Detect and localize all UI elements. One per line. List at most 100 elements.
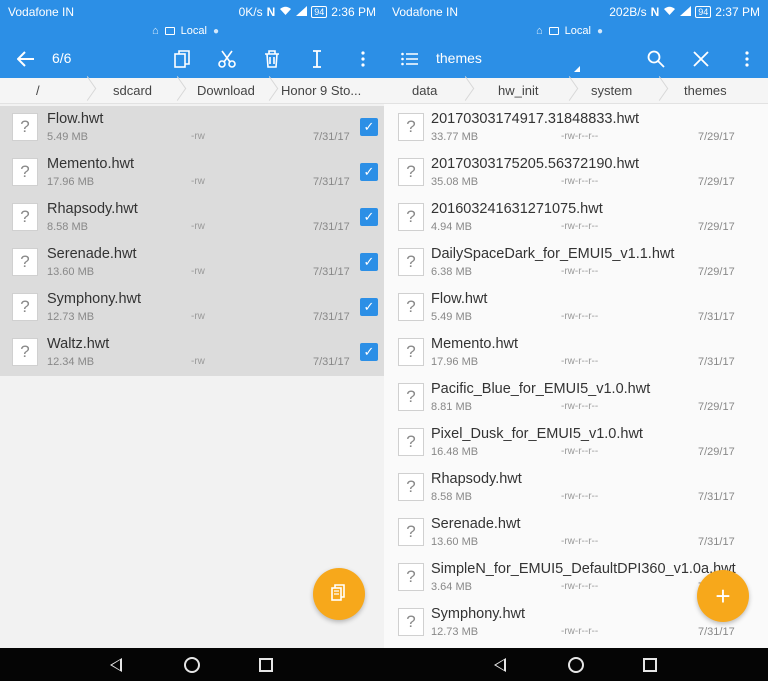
file-date: 7/31/17 [698, 536, 735, 548]
breadcrumb-item[interactable]: themes [684, 83, 727, 98]
location-bar: ⌂ Local ● [384, 24, 768, 40]
cut-icon[interactable] [209, 40, 245, 78]
selection-checkbox[interactable]: ✓ [360, 343, 378, 361]
file-permissions: -rw-r--r-- [561, 401, 599, 412]
file-row[interactable]: ? Waltz.hwt 12.34 MB -rw 7/31/17 ✓ [0, 331, 384, 376]
selection-checkbox[interactable]: ✓ [360, 163, 378, 181]
unknown-file-icon: ? [398, 113, 424, 141]
plus-icon: + [715, 580, 731, 611]
page-title[interactable]: themes [436, 50, 482, 66]
unknown-file-icon: ? [398, 563, 424, 591]
copy-icon[interactable] [164, 40, 200, 78]
file-row[interactable]: ? Rhapsody.hwt 8.58 MB -rw 7/31/17 ✓ [0, 196, 384, 241]
file-name: Pacific_Blue_for_EMUI5_v1.0.hwt [431, 381, 651, 397]
breadcrumb-item[interactable]: sdcard [113, 83, 152, 98]
rename-icon[interactable] [299, 40, 335, 78]
file-date: 7/29/17 [698, 446, 735, 458]
unknown-file-icon: ? [398, 158, 424, 186]
file-row[interactable]: ? Pixel_Dusk_for_EMUI5_v1.0.hwt 16.48 MB -r… [384, 421, 768, 466]
recents-icon[interactable] [643, 658, 657, 672]
signal-icon [296, 5, 308, 19]
selection-count: 6/6 [52, 50, 72, 66]
file-date: 7/31/17 [313, 311, 350, 323]
home-icon[interactable] [184, 657, 200, 673]
breadcrumb-separator [80, 78, 90, 104]
delete-icon[interactable] [254, 40, 290, 78]
search-icon[interactable] [638, 40, 674, 78]
home-icon[interactable] [568, 657, 584, 673]
file-permissions: -rw-r--r-- [561, 221, 599, 232]
home-icon[interactable]: ⌂ [152, 25, 159, 37]
file-row[interactable]: ? Serenade.hwt 13.60 MB -rw-r--r-- 7/31/17 [384, 511, 768, 556]
carrier-label: Vodafone IN [8, 5, 75, 19]
selection-checkbox[interactable]: ✓ [360, 253, 378, 271]
breadcrumb-separator [170, 78, 180, 104]
file-row[interactable]: ? Pacific_Blue_for_EMUI5_v1.0.hwt 8.81 MB -… [384, 376, 768, 421]
close-icon[interactable] [683, 40, 719, 78]
selection-checkbox[interactable]: ✓ [360, 298, 378, 316]
file-row[interactable]: ? Flow.hwt 5.49 MB -rw 7/31/17 ✓ [0, 106, 384, 151]
file-size: 12.34 MB [47, 356, 95, 368]
file-size: 5.49 MB [431, 311, 472, 323]
file-row[interactable]: ? Memento.hwt 17.96 MB -rw-r--r-- 7/31/17 [384, 331, 768, 376]
unknown-file-icon: ? [12, 338, 38, 366]
file-row[interactable]: ? Rhapsody.hwt 8.58 MB -rw-r--r-- 7/31/17 [384, 466, 768, 511]
breadcrumb-item[interactable]: hw_init [498, 83, 538, 98]
status-bar: Vodafone IN 0K/s N 94 2:36 PM [0, 0, 384, 24]
paste-fab-button[interactable] [313, 568, 365, 620]
copy-icon [331, 583, 347, 606]
file-row[interactable]: ? 20170303175205.56372190.hwt 35.08 MB -rw-… [384, 151, 768, 196]
carrier-label: Vodafone IN [392, 5, 459, 19]
unknown-file-icon: ? [12, 113, 38, 141]
file-size: 4.94 MB [431, 221, 472, 233]
file-name: 201603241631271075.hwt [431, 201, 603, 217]
selection-checkbox[interactable]: ✓ [360, 208, 378, 226]
file-date: 7/31/17 [698, 626, 735, 638]
selection-checkbox[interactable]: ✓ [360, 118, 378, 136]
breadcrumb-item[interactable]: system [591, 83, 632, 98]
add-fab-button[interactable]: + [697, 570, 749, 622]
file-name: Waltz.hwt [47, 336, 110, 352]
file-permissions: -rw-r--r-- [561, 626, 599, 637]
file-permissions: -rw-r--r-- [561, 356, 599, 367]
file-row[interactable]: ? DailySpaceDark_for_EMUI5_v1.1.hwt 6.38 M… [384, 241, 768, 286]
location-label[interactable]: Local [181, 25, 207, 37]
breadcrumb-item[interactable]: data [412, 83, 437, 98]
home-icon[interactable]: ⌂ [536, 25, 543, 37]
file-size: 17.96 MB [431, 356, 479, 368]
file-size: 13.60 MB [47, 266, 95, 278]
file-permissions: -rw-r--r-- [561, 446, 599, 457]
file-row[interactable]: ? Symphony.hwt 12.73 MB -rw 7/31/17 ✓ [0, 286, 384, 331]
file-date: 7/31/17 [313, 266, 350, 278]
breadcrumb-item[interactable]: Honor 9 Sto... [281, 83, 361, 98]
file-permissions: -rw [191, 221, 205, 232]
file-permissions: -rw [191, 356, 205, 367]
more-vert-icon[interactable] [729, 40, 765, 78]
file-row[interactable]: ? Flow.hwt 5.49 MB -rw-r--r-- 7/31/17 [384, 286, 768, 331]
file-permissions: -rw [191, 266, 205, 277]
location-label[interactable]: Local [565, 25, 591, 37]
breadcrumb-item[interactable]: Download [197, 83, 255, 98]
recents-icon[interactable] [259, 658, 273, 672]
file-size: 17.96 MB [47, 176, 95, 188]
file-size: 13.60 MB [431, 536, 479, 548]
back-icon[interactable] [110, 658, 122, 672]
breadcrumb-separator [652, 78, 662, 104]
file-permissions: -rw [191, 131, 205, 142]
file-row[interactable]: ? Memento.hwt 17.96 MB -rw 7/31/17 ✓ [0, 151, 384, 196]
back-icon[interactable] [494, 658, 506, 672]
unknown-file-icon: ? [398, 473, 424, 501]
file-name: Flow.hwt [431, 291, 488, 307]
file-name: Rhapsody.hwt [47, 201, 138, 217]
more-vert-icon[interactable] [345, 40, 381, 78]
file-row[interactable]: ? 20170303174917.31848833.hwt 33.77 MB -rw-… [384, 106, 768, 151]
back-arrow-icon[interactable] [8, 40, 44, 78]
status-bar: Vodafone IN 202B/s N 94 2:37 PM [384, 0, 768, 24]
file-row[interactable]: ? 201603241631271075.hwt 4.94 MB -rw-r--r--… [384, 196, 768, 241]
menu-list-icon[interactable] [392, 40, 428, 78]
breadcrumb-item[interactable]: / [36, 83, 40, 98]
file-row[interactable]: ? Serenade.hwt 13.60 MB -rw 7/31/17 ✓ [0, 241, 384, 286]
lock-icon: ● [596, 25, 603, 37]
file-list: ? Flow.hwt 5.49 MB -rw 7/31/17 ✓? Memento.hwt 1… [0, 106, 384, 376]
file-permissions: -rw-r--r-- [561, 491, 599, 502]
